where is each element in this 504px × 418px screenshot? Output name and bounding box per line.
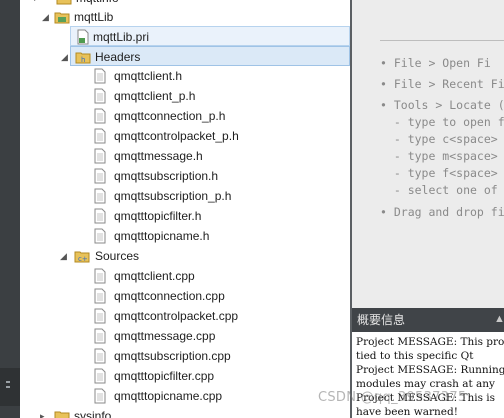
tree-item-source-file[interactable]: qmqttconnection.cpp [20, 286, 350, 306]
tree-item-header-file[interactable]: qmqttclient_p.h [20, 86, 350, 106]
collapse-arrow-icon[interactable]: ◢ [42, 11, 52, 23]
header-file-icon [94, 168, 106, 184]
sidebar-active-mode[interactable] [0, 368, 20, 406]
expand-arrow-icon[interactable]: ▸ [40, 410, 50, 418]
output-line: have been warned! [356, 406, 458, 418]
output-panel[interactable]: Project MESSAGE: This pro tied to this s… [352, 332, 504, 418]
tree-item-source-file[interactable]: qmqtttopicname.cpp [20, 386, 350, 406]
tree-item-source-file[interactable]: qmqttcontrolpacket.cpp [20, 306, 350, 326]
tree-item-header-file[interactable]: qmqttcontrolpacket_p.h [20, 126, 350, 146]
header-file-icon [94, 128, 106, 144]
tree-item-header-file[interactable]: qmqttsubscription.h [20, 166, 350, 186]
tree-item-header-file[interactable]: qmqttconnection_p.h [20, 106, 350, 126]
header-file-icon [94, 68, 106, 84]
project-folder-icon [54, 411, 70, 418]
hint-line: • File > Recent Fi [380, 77, 504, 91]
hint-line: - type f<space> [380, 166, 498, 180]
output-line: modules may crash at any [356, 378, 495, 390]
svg-text:c+: c+ [78, 255, 88, 263]
headers-folder-icon: h [75, 52, 91, 64]
tree-item-headers[interactable]: ◢ h Headers [61, 46, 350, 66]
hint-line: - type c<space> [380, 132, 498, 146]
tree-item-source-file[interactable]: qmqttclient.cpp [20, 266, 350, 286]
project-tree: ▸ mqttinfo ◢ mqttLib mqttLib.pri ◢ h Hea… [20, 0, 350, 418]
tree-item-header-file[interactable]: qmqtttopicname.h [20, 226, 350, 246]
tree-item-source-file[interactable]: qmqttsubscription.cpp [20, 346, 350, 366]
header-file-icon [94, 208, 106, 224]
output-line: Project MESSAGE: This pro [356, 336, 504, 348]
source-file-icon [94, 268, 106, 284]
tree-item-source-file[interactable]: qmqtttopicfilter.cpp [20, 366, 350, 386]
hint-line: - type to open f [380, 115, 504, 129]
source-file-icon [94, 288, 106, 304]
svg-text:h: h [81, 56, 85, 64]
pin-icon[interactable]: ▲ [494, 313, 504, 327]
collapse-arrow-icon[interactable]: ◢ [61, 51, 71, 63]
tree-item-source-file[interactable]: qmqttmessage.cpp [20, 326, 350, 346]
header-file-icon [94, 188, 106, 204]
tree-item-sysinfo[interactable]: ▸ sysinfo [20, 406, 350, 418]
project-folder-icon [54, 12, 70, 24]
output-line: Project MESSAGE: Running [356, 364, 504, 376]
tree-item-sources[interactable]: ◢ c+ Sources [20, 246, 350, 266]
separator [380, 40, 504, 41]
tree-item-header-file[interactable]: qmqttclient.h [20, 66, 350, 86]
header-file-icon [94, 88, 106, 104]
tree-item-header-file[interactable]: qmqttmessage.h [20, 146, 350, 166]
sources-folder-icon: c+ [74, 251, 90, 263]
output-line: tied to this specific Qt [356, 350, 474, 362]
source-file-icon [94, 328, 106, 344]
source-file-icon [94, 388, 106, 404]
header-file-icon [94, 228, 106, 244]
hint-line: - select one of [380, 183, 498, 197]
tree-item-header-file[interactable]: qmqtttopicfilter.h [20, 206, 350, 226]
hint-line: • Tools > Locate ( [380, 98, 504, 112]
tree-item-pri-file[interactable]: mqttLib.pri [70, 26, 350, 46]
tree-item-mqttlib[interactable]: ◢ mqttLib [20, 7, 350, 27]
source-file-icon [94, 368, 106, 384]
tree-item-header-file[interactable]: qmqttsubscription_p.h [20, 186, 350, 206]
collapse-arrow-icon[interactable]: ◢ [60, 250, 70, 262]
mode-sidebar [0, 0, 20, 418]
output-panel-header: 概要信息 ▲ [352, 308, 504, 332]
project-label: mqttLib [74, 10, 114, 24]
source-file-icon [94, 348, 106, 364]
source-file-icon [94, 308, 106, 324]
hint-line: • File > Open Fi [380, 56, 491, 70]
hint-line: - type m<space> [380, 149, 498, 163]
hint-line: • Drag and drop fi [380, 205, 504, 219]
project-folder-icon [56, 0, 72, 5]
header-file-icon [94, 108, 106, 124]
output-panel-title: 概要信息 [357, 313, 406, 327]
watermark: CSDN @qq_39537375 [318, 390, 467, 405]
expand-arrow-icon[interactable]: ▸ [34, 0, 44, 4]
pri-file-icon [77, 29, 89, 45]
header-file-icon [94, 148, 106, 164]
